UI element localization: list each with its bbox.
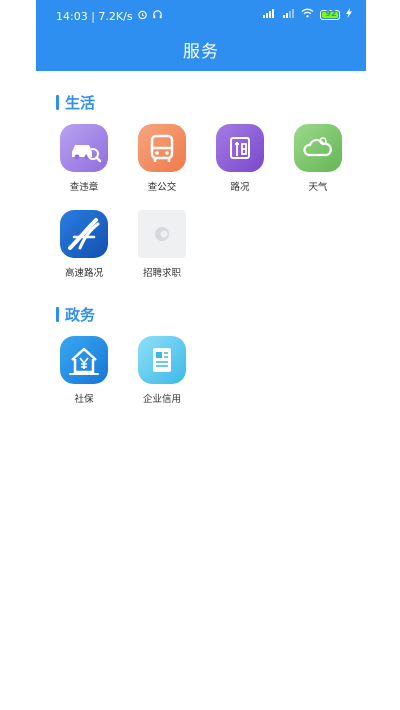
placeholder-icon xyxy=(138,210,186,258)
section-title: 政务 xyxy=(65,306,96,324)
highway-icon xyxy=(60,210,108,258)
wifi-icon xyxy=(301,8,314,21)
cloud-icon xyxy=(294,124,342,172)
car-icon xyxy=(60,124,108,172)
house-yen-icon xyxy=(60,336,108,384)
tile-highway-condition[interactable]: 高速路况 xyxy=(54,210,114,279)
tile-enterprise-credit[interactable]: 企业信用 xyxy=(132,336,192,405)
phone-screen: 14:03 | 7.2K/s 92 服务 生活 查违章 查公交 路况 天气 高速… xyxy=(36,0,366,710)
tile-label: 招聘求职 xyxy=(142,268,181,279)
battery-level: 92 xyxy=(325,8,337,18)
bus-icon xyxy=(138,124,186,172)
charging-icon xyxy=(346,8,352,21)
tile-label: 高速路况 xyxy=(64,268,103,279)
tile-label: 社保 xyxy=(74,394,94,405)
document-icon xyxy=(138,336,186,384)
tile-label: 查公交 xyxy=(147,182,177,193)
tile-label: 天气 xyxy=(308,182,328,193)
tile-check-bus[interactable]: 查公交 xyxy=(132,124,192,193)
status-bar: 14:03 | 7.2K/s 92 xyxy=(36,0,366,30)
section-title: 生活 xyxy=(65,94,96,112)
section-header-life: 生活 xyxy=(56,92,95,113)
signal-icon xyxy=(283,8,295,21)
battery-icon: 92 xyxy=(320,8,340,20)
app-header: 14:03 | 7.2K/s 92 服务 xyxy=(36,0,366,71)
section-header-government: 政务 xyxy=(56,304,95,325)
section-marker xyxy=(56,307,59,322)
tile-label: 路况 xyxy=(230,182,250,193)
tile-label: 查违章 xyxy=(69,182,99,193)
status-time-speed: 14:03 | 7.2K/s xyxy=(56,9,133,23)
tile-social-security[interactable]: 社保 xyxy=(54,336,114,405)
tile-road-condition[interactable]: 路况 xyxy=(210,124,270,193)
headset-icon xyxy=(152,9,163,23)
alarm-icon xyxy=(137,9,148,23)
page-title: 服务 xyxy=(183,42,219,62)
road-icon xyxy=(216,124,264,172)
signal-icon xyxy=(263,8,277,21)
section-marker xyxy=(56,95,59,110)
tile-weather[interactable]: 天气 xyxy=(288,124,348,193)
tile-check-violation[interactable]: 查违章 xyxy=(54,124,114,193)
tile-recruitment[interactable]: 招聘求职 xyxy=(132,210,192,279)
tile-label: 企业信用 xyxy=(142,394,181,405)
